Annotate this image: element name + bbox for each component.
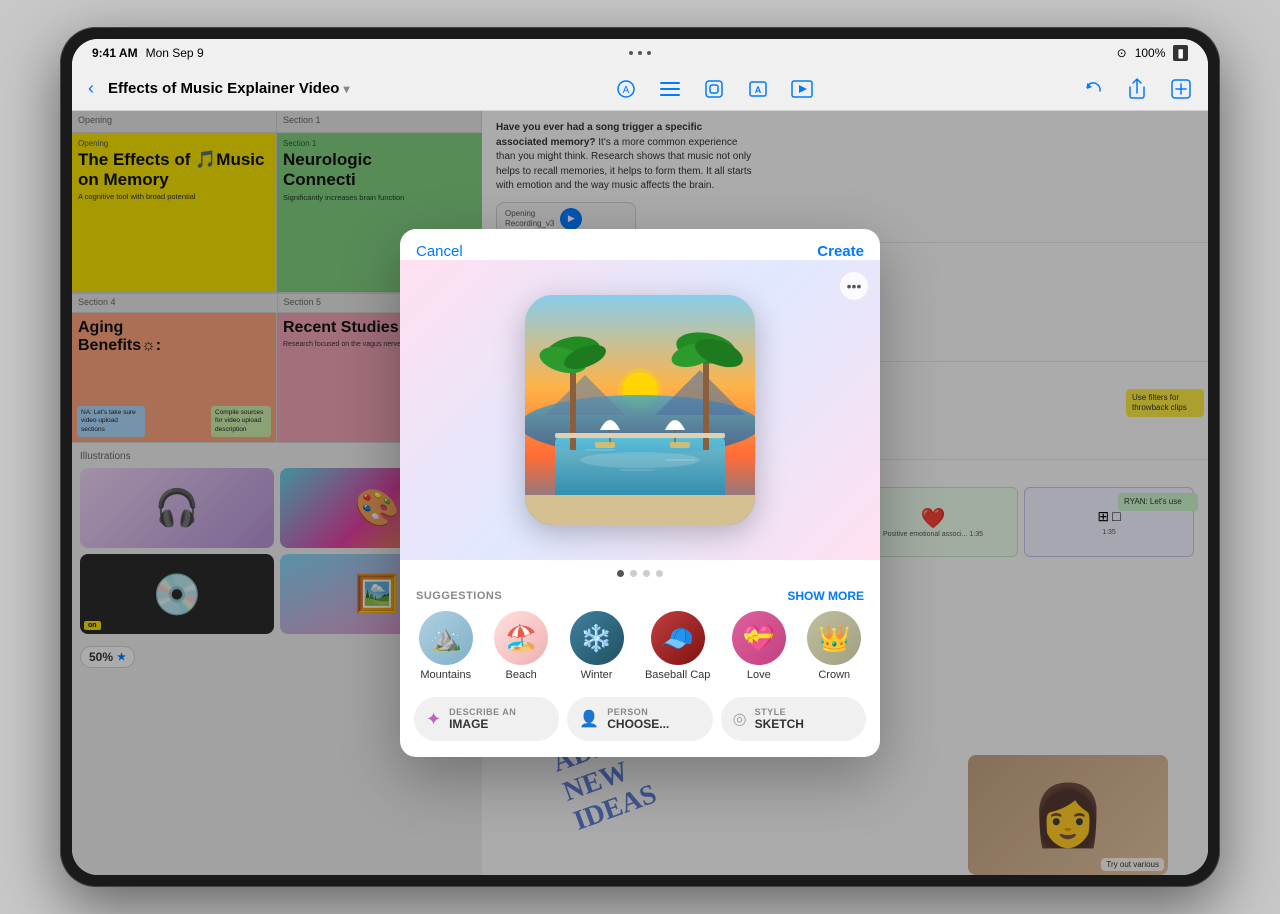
suggestion-beach-label: Beach bbox=[506, 669, 537, 681]
modal-header: Cancel Create bbox=[400, 229, 880, 260]
person-choose-pill[interactable]: 👤 PERSON CHOOSE... bbox=[567, 697, 712, 741]
dot-3 bbox=[643, 570, 650, 577]
suggestion-baseball-cap[interactable]: 🧢 Baseball Cap bbox=[645, 611, 710, 681]
suggestion-baseball-label: Baseball Cap bbox=[645, 669, 710, 681]
add-button[interactable] bbox=[1166, 74, 1196, 104]
wifi-icon: ⊙ bbox=[1117, 46, 1127, 60]
describe-label: DESCRIBE AN bbox=[449, 707, 516, 717]
style-label: STYLE bbox=[755, 707, 804, 717]
describe-image-pill[interactable]: ✦ DESCRIBE AN IMAGE bbox=[414, 697, 559, 741]
status-bar: 9:41 AM Mon Sep 9 ⊙ 100% ▮ bbox=[72, 39, 1208, 67]
modal-overlay: Cancel Create ••• bbox=[72, 111, 1208, 875]
suggestion-beach[interactable]: 🏖️ Beach bbox=[494, 611, 548, 681]
status-dot-2 bbox=[638, 51, 642, 55]
ipad-shell: 9:41 AM Mon Sep 9 ⊙ 100% ▮ ‹ Effects of … bbox=[60, 27, 1220, 887]
suggestion-mountains[interactable]: ⛰️ Mountains bbox=[419, 611, 473, 681]
scene-svg bbox=[525, 295, 755, 525]
status-time: 9:41 AM bbox=[92, 46, 138, 60]
list-tool-icon[interactable] bbox=[655, 74, 685, 104]
toolbar-right bbox=[1078, 74, 1196, 104]
suggestion-crown[interactable]: 👑 Crown bbox=[807, 611, 861, 681]
style-pill[interactable]: ◎ STYLE SKETCH bbox=[721, 697, 866, 741]
style-text: STYLE SKETCH bbox=[755, 707, 804, 731]
ipad-screen: 9:41 AM Mon Sep 9 ⊙ 100% ▮ ‹ Effects of … bbox=[72, 39, 1208, 875]
document-title: Effects of Music Explainer Video ▾ bbox=[108, 80, 349, 97]
style-value: SKETCH bbox=[755, 717, 804, 731]
suggestion-love-label: Love bbox=[747, 669, 771, 681]
person-text: PERSON CHOOSE... bbox=[607, 707, 669, 731]
status-date: Mon Sep 9 bbox=[146, 46, 204, 60]
describe-text: DESCRIBE AN IMAGE bbox=[449, 707, 516, 731]
status-dots bbox=[629, 51, 651, 55]
modal-bottom-row: ✦ DESCRIBE AN IMAGE 👤 PERSON CHOOSE.. bbox=[400, 693, 880, 757]
back-button[interactable]: ‹ bbox=[84, 74, 98, 103]
generated-image bbox=[525, 295, 755, 525]
person-value: CHOOSE... bbox=[607, 717, 669, 731]
status-dot-1 bbox=[629, 51, 633, 55]
svg-text:A: A bbox=[754, 85, 761, 95]
person-label: PERSON bbox=[607, 707, 669, 717]
title-chevron-icon[interactable]: ▾ bbox=[343, 82, 349, 96]
svg-text:A: A bbox=[622, 85, 629, 96]
suggestion-crown-label: Crown bbox=[818, 669, 850, 681]
text-tool-icon[interactable]: A bbox=[743, 74, 773, 104]
describe-value: IMAGE bbox=[449, 717, 516, 731]
show-more-button[interactable]: SHOW MORE bbox=[787, 589, 864, 603]
style-tool-icon[interactable]: A bbox=[611, 74, 641, 104]
status-dot-3 bbox=[647, 51, 651, 55]
toolbar: ‹ Effects of Music Explainer Video ▾ A bbox=[72, 67, 1208, 111]
status-right: ⊙ 100% ▮ bbox=[1117, 45, 1188, 61]
share-button[interactable] bbox=[1122, 74, 1152, 104]
cancel-button[interactable]: Cancel bbox=[416, 243, 463, 260]
pagination-dots bbox=[400, 560, 880, 585]
suggestion-love[interactable]: 💝 Love bbox=[732, 611, 786, 681]
shape-tool-icon[interactable] bbox=[699, 74, 729, 104]
suggestion-mountains-label: Mountains bbox=[420, 669, 471, 681]
media-tool-icon[interactable] bbox=[787, 74, 817, 104]
battery-icon: ▮ bbox=[1173, 45, 1188, 61]
image-generation-modal: Cancel Create ••• bbox=[400, 229, 880, 757]
image-preview-area: ••• bbox=[400, 260, 880, 560]
create-button[interactable]: Create bbox=[817, 243, 864, 260]
describe-icon: ✦ bbox=[426, 709, 441, 730]
suggestions-row: ⛰️ Mountains 🏖️ Beach ❄️ Winter bbox=[400, 611, 880, 693]
dot-2 bbox=[630, 570, 637, 577]
person-icon: 👤 bbox=[579, 709, 599, 729]
suggestions-header: SUGGESTIONS SHOW MORE bbox=[400, 585, 880, 611]
style-icon: ◎ bbox=[733, 709, 747, 729]
suggestions-label: SUGGESTIONS bbox=[416, 590, 502, 602]
dot-1 bbox=[617, 570, 624, 577]
title-text: Effects of Music Explainer Video bbox=[108, 80, 339, 97]
battery-indicator: 100% bbox=[1135, 46, 1166, 60]
main-content: Opening Section 1 Opening The Effects of… bbox=[72, 111, 1208, 875]
ellipsis-icon: ••• bbox=[847, 278, 862, 294]
undo-button[interactable] bbox=[1078, 74, 1108, 104]
suggestion-winter[interactable]: ❄️ Winter bbox=[570, 611, 624, 681]
dot-4 bbox=[656, 570, 663, 577]
toolbar-center: A bbox=[359, 74, 1068, 104]
more-options-button[interactable]: ••• bbox=[840, 272, 868, 300]
suggestion-winter-label: Winter bbox=[581, 669, 613, 681]
